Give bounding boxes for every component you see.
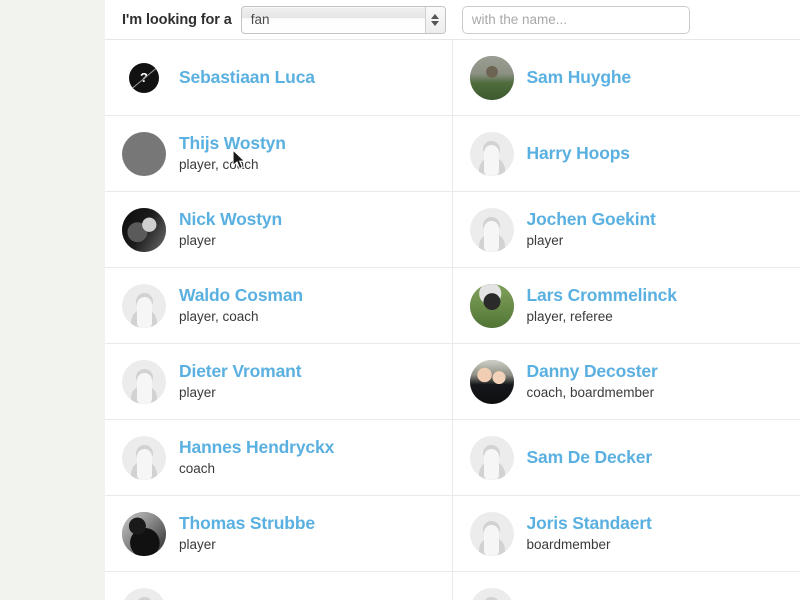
- member-cell[interactable]: Waldo Cosman player, coach: [105, 268, 453, 343]
- avatar: [122, 207, 166, 252]
- avatar-placeholder-icon: [122, 435, 166, 480]
- member-cell[interactable]: Dieter Vromant player: [105, 344, 453, 419]
- role-select-value: fan: [250, 12, 270, 27]
- updown-stepper-icon[interactable]: [424, 6, 445, 33]
- member-roles: player: [526, 232, 564, 248]
- member-text: Sebastiaan Luca: [179, 67, 315, 87]
- member-cell[interactable]: Sam Huyghe: [453, 40, 800, 115]
- name-search-input[interactable]: [461, 5, 690, 34]
- member-name-link[interactable]: Hannes Hendryckx: [179, 437, 334, 457]
- member-text: Joris Standaert boardmember: [527, 513, 652, 554]
- member-name-link[interactable]: Harry Hoops: [527, 143, 631, 163]
- member-name-link[interactable]: Nick Wostyn: [179, 209, 282, 229]
- member-cell[interactable]: Thomas Strubbe player: [105, 496, 453, 571]
- member-text: Sam De Decker: [527, 447, 653, 467]
- member-row: ? Sebastiaan Luca Sam Huyghe: [105, 40, 800, 116]
- member-row: Hannes Hendryckx coach Sam De Decker: [105, 420, 800, 496]
- member-row: Dieter Vromant player Danny Decoster coach,…: [105, 344, 800, 420]
- member-row: Waldo Cosman player, coach Lars Crommelinc…: [105, 268, 800, 344]
- member-name-link[interactable]: Waldo Cosman: [179, 285, 303, 305]
- member-name-link[interactable]: Sebastiaan Luca: [179, 67, 315, 87]
- member-text: Jochen Goekint player: [527, 209, 656, 250]
- avatar: [469, 283, 514, 328]
- member-text: Dieter Vromant player: [179, 361, 302, 402]
- member-row: Thijs Wostyn player, coach Harry Hoops: [105, 116, 800, 192]
- member-text: Nick Wostyn player: [179, 209, 282, 250]
- member-cell[interactable]: Thijs Wostyn player, coach: [105, 116, 453, 191]
- member-text: Thomas Strubbe player: [179, 513, 315, 554]
- member-name-link[interactable]: Sam De Decker: [527, 447, 653, 467]
- avatar: [469, 359, 514, 404]
- member-cell[interactable]: Jonas Van de Moortel: [105, 572, 453, 600]
- member-name-link[interactable]: Joris Standaert: [527, 513, 652, 533]
- member-roles: player, coach: [179, 156, 259, 172]
- chevron-down-icon: [431, 20, 440, 26]
- member-text: Lars Crommelinck player, referee: [527, 285, 677, 326]
- member-roles: player: [179, 536, 216, 552]
- members-panel: I'm looking for a fan ? Sebastiaan Luca Sa…: [105, 0, 800, 600]
- member-roles: coach: [179, 460, 216, 476]
- member-roles: player: [179, 232, 216, 248]
- member-row: Thomas Strubbe player Joris Standaert board…: [105, 496, 800, 572]
- member-name-link[interactable]: Thijs Wostyn: [179, 133, 286, 153]
- member-name-link[interactable]: Dieter Vromant: [179, 361, 302, 381]
- member-row: Jonas Van de MoortelJonas Hollebar: [105, 572, 800, 600]
- member-cell[interactable]: Hannes Hendryckx coach: [105, 420, 453, 495]
- avatar: [122, 131, 166, 176]
- member-roles: coach, boardmember: [526, 384, 655, 400]
- member-roles: player: [179, 384, 216, 400]
- member-grid: ? Sebastiaan Luca Sam Huyghe Thijs Wostyn pl…: [105, 40, 800, 600]
- filter-bar: I'm looking for a fan: [105, 0, 800, 40]
- member-text: Waldo Cosman player, coach: [179, 285, 303, 326]
- member-text: Thijs Wostyn player, coach: [179, 133, 286, 174]
- avatar-placeholder-icon: [469, 131, 514, 176]
- avatar: [469, 55, 514, 100]
- member-name-link[interactable]: Jochen Goekint: [527, 209, 656, 229]
- member-roles: player, coach: [179, 308, 259, 324]
- member-name-link[interactable]: Thomas Strubbe: [179, 513, 315, 533]
- role-select[interactable]: fan: [240, 5, 446, 34]
- member-cell[interactable]: Danny Decoster coach, boardmember: [453, 344, 800, 419]
- member-cell[interactable]: Jochen Goekint player: [453, 192, 800, 267]
- avatar-placeholder-icon: [469, 207, 514, 252]
- member-cell[interactable]: Harry Hoops: [453, 116, 800, 191]
- filter-label: I'm looking for a: [122, 11, 232, 28]
- page-root: I'm looking for a fan ? Sebastiaan Luca Sa…: [0, 0, 800, 600]
- avatar-placeholder-icon: [122, 283, 166, 328]
- member-name-link[interactable]: Lars Crommelinck: [527, 285, 677, 305]
- member-cell[interactable]: Joris Standaert boardmember: [453, 496, 800, 571]
- avatar: [122, 511, 166, 556]
- avatar-placeholder-icon: [469, 435, 514, 480]
- avatar-placeholder-icon: [122, 587, 166, 600]
- member-row: Nick Wostyn player Jochen Goekint player: [105, 192, 800, 268]
- member-cell[interactable]: Nick Wostyn player: [105, 192, 453, 267]
- member-text: Sam Huyghe: [527, 67, 632, 87]
- member-roles: boardmember: [526, 536, 611, 552]
- member-cell[interactable]: Jonas Hollebar: [453, 572, 800, 600]
- avatar-placeholder-icon: [469, 587, 514, 600]
- avatar-placeholder-icon: [122, 359, 166, 404]
- member-name-link[interactable]: Sam Huyghe: [527, 67, 632, 87]
- member-roles: player, referee: [526, 308, 613, 324]
- avatar-unknown-icon: ?: [129, 62, 159, 93]
- member-text: Danny Decoster coach, boardmember: [527, 361, 658, 402]
- member-text: Hannes Hendryckx coach: [179, 437, 334, 478]
- member-cell[interactable]: ? Sebastiaan Luca: [105, 40, 453, 115]
- avatar-placeholder-icon: [469, 511, 514, 556]
- member-cell[interactable]: Lars Crommelinck player, referee: [453, 268, 800, 343]
- member-name-link[interactable]: Danny Decoster: [527, 361, 658, 381]
- member-text: Harry Hoops: [527, 143, 631, 163]
- member-cell[interactable]: Sam De Decker: [453, 420, 800, 495]
- chevron-up-icon: [431, 13, 440, 19]
